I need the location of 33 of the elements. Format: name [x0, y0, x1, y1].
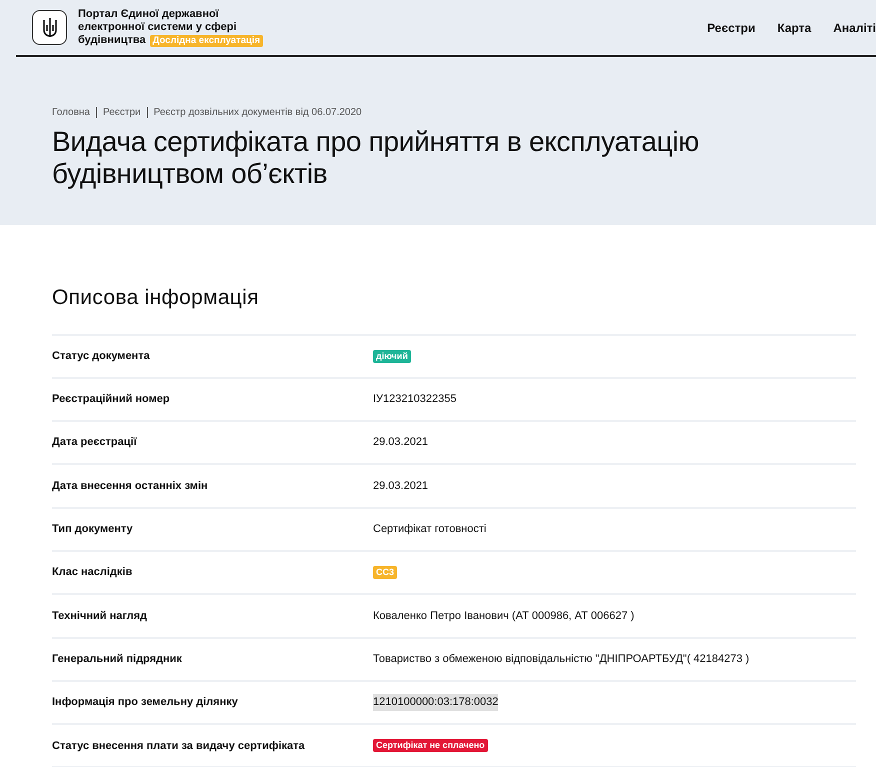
status-badge: Сертифікат не сплачено — [373, 739, 488, 752]
nav-link[interactable]: Карта — [777, 18, 812, 36]
field-value: 29.03.2021 — [373, 478, 428, 494]
field-value: 1210100000:03:178:0032 — [373, 694, 498, 711]
field-label: Статус внесення плати за видачу сертифіката — [52, 738, 306, 754]
breadcrumb-link[interactable]: Головна — [52, 105, 90, 120]
field-value: Сертифікат готовності — [373, 522, 486, 538]
portal-title: будівництва — [78, 34, 146, 47]
field-label: Дата внесення останніх змін — [52, 478, 209, 494]
nav-link[interactable]: Аналіті — [833, 18, 876, 36]
field-value: Коваленко Петро Іванович (АТ 000986, АТ 006627 ) — [373, 608, 634, 624]
status-badge: СС3 — [373, 566, 398, 580]
trial-badge: Дослідна експлуатація — [150, 34, 264, 46]
section-title: Описова інформація — [52, 285, 260, 311]
field-label: Реєстраційний номер — [52, 392, 171, 408]
trident-logo-icon[interactable] — [32, 10, 67, 45]
breadcrumb-link[interactable]: Реєстри — [103, 105, 141, 120]
breadcrumb-link[interactable]: Реєстр дозвільних документів від 06.07.2020 — [154, 105, 362, 120]
field-value: Товариство з обмеженою відповідальністю "ДНІПРОАРТБУД"( 42184273 ) — [373, 652, 750, 667]
field-value: 29.03.2021 — [373, 435, 428, 450]
nav-link[interactable]: Реєстри — [707, 18, 756, 36]
field-value: ІУ123210322355 — [373, 392, 456, 408]
field-label: Дата реєстрації — [52, 435, 138, 450]
page-title: Видача сертифіката про прийняття в експлуатацію будівництвом об’єктів — [52, 126, 700, 190]
field-label: Статус документа — [52, 348, 151, 364]
portal-title: електронної системи у сфері — [78, 21, 237, 34]
field-label: Технічний нагляд — [52, 608, 148, 624]
portal-title: Портал Єдиної державної — [78, 8, 219, 21]
field-label: Інформація про земельну ділянку — [52, 695, 239, 710]
field-label: Генеральний підрядник — [52, 652, 183, 667]
field-label: Тип документу — [52, 522, 134, 538]
status-badge: діючий — [373, 350, 411, 363]
field-label: Клас наслідків — [52, 565, 134, 580]
